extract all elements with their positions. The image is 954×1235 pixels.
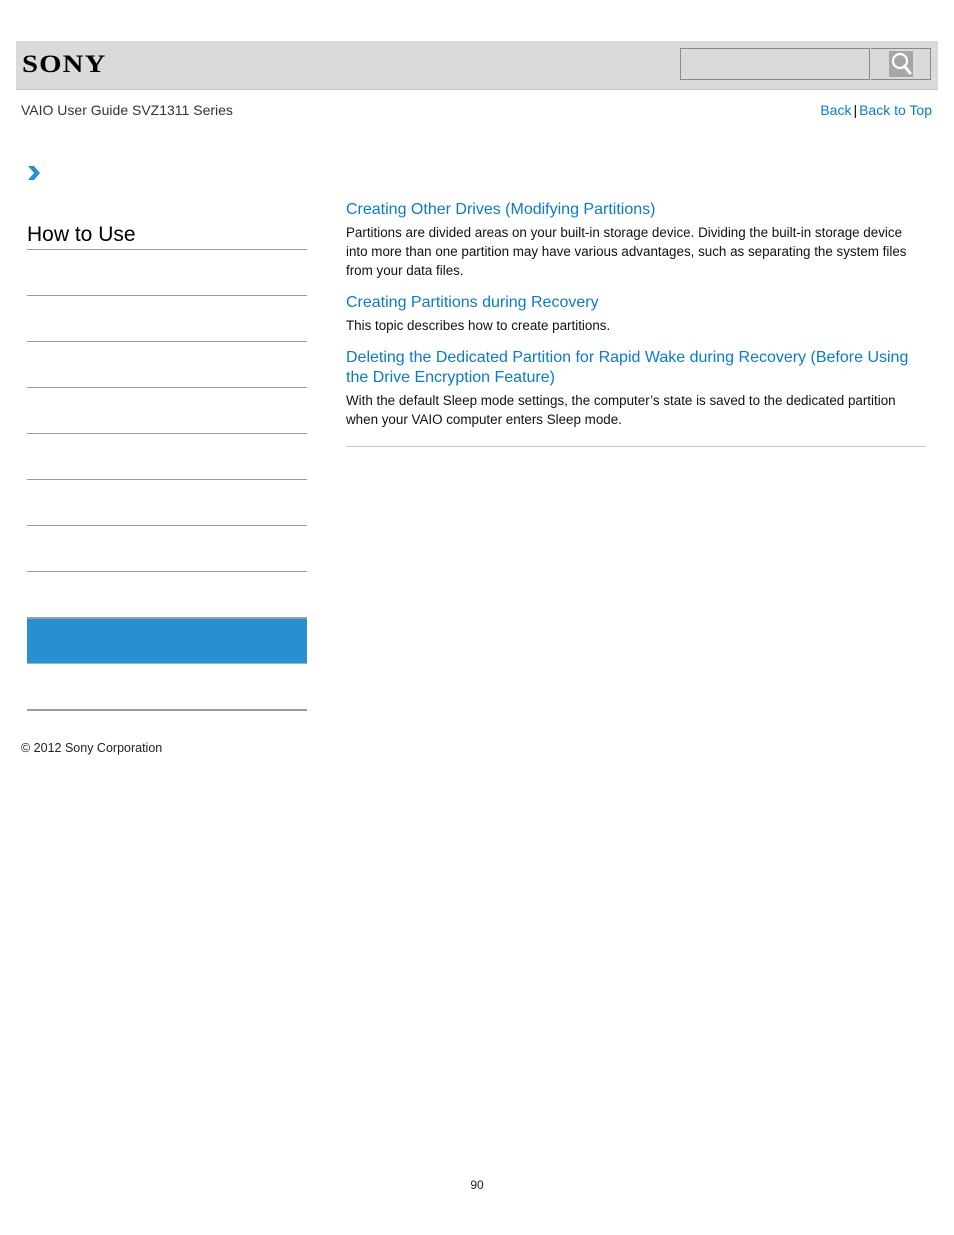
sidebar-item-10[interactable] [27, 664, 307, 711]
copyright: © 2012 Sony Corporation [21, 741, 163, 755]
topic-item: Creating Partitions during Recovery This… [346, 293, 926, 335]
magnifier-icon [888, 51, 913, 77]
content-divider [346, 446, 926, 447]
search-button[interactable] [871, 48, 931, 80]
sidebar-item-8[interactable] [27, 572, 307, 618]
topic-link-creating-other-drives[interactable]: Creating Other Drives (Modifying Partiti… [346, 200, 926, 220]
sidebar: How to Use [27, 220, 307, 711]
topic-item: Creating Other Drives (Modifying Partiti… [346, 200, 926, 280]
sidebar-item-active[interactable] [27, 617, 307, 664]
top-links: Back | Back to Top [820, 102, 932, 118]
link-separator: | [853, 102, 858, 118]
sidebar-item-1[interactable] [27, 250, 307, 296]
topic-list: Creating Other Drives (Modifying Partiti… [346, 200, 926, 447]
sidebar-item-4[interactable] [27, 388, 307, 434]
page-number: 90 [470, 1178, 484, 1192]
sidebar-item-2[interactable] [27, 296, 307, 342]
back-to-top-link[interactable]: Back to Top [859, 102, 932, 118]
sidebar-item-6[interactable] [27, 480, 307, 526]
guide-title: VAIO User Guide SVZ1311 Series [21, 102, 233, 118]
topic-description: Partitions are divided areas on your bui… [346, 225, 907, 278]
topic-description: This topic describes how to create parti… [346, 318, 611, 333]
sony-logo: SONY [22, 51, 107, 78]
sidebar-item-3[interactable] [27, 342, 307, 388]
header-bar: SONY [16, 41, 938, 90]
sidebar-item-5[interactable] [27, 434, 307, 480]
back-link[interactable]: Back [820, 102, 851, 118]
sidebar-item-7[interactable] [27, 526, 307, 572]
topic-item: Deleting the Dedicated Partition for Rap… [346, 348, 926, 429]
topic-link-deleting-dedicated-partition[interactable]: Deleting the Dedicated Partition for Rap… [346, 348, 926, 388]
sidebar-title: How to Use [27, 220, 307, 250]
search-input[interactable] [680, 48, 870, 80]
topic-link-creating-partitions-recovery[interactable]: Creating Partitions during Recovery [346, 293, 926, 313]
chevron-right-icon[interactable] [27, 165, 41, 181]
topic-description: With the default Sleep mode settings, th… [346, 393, 896, 427]
